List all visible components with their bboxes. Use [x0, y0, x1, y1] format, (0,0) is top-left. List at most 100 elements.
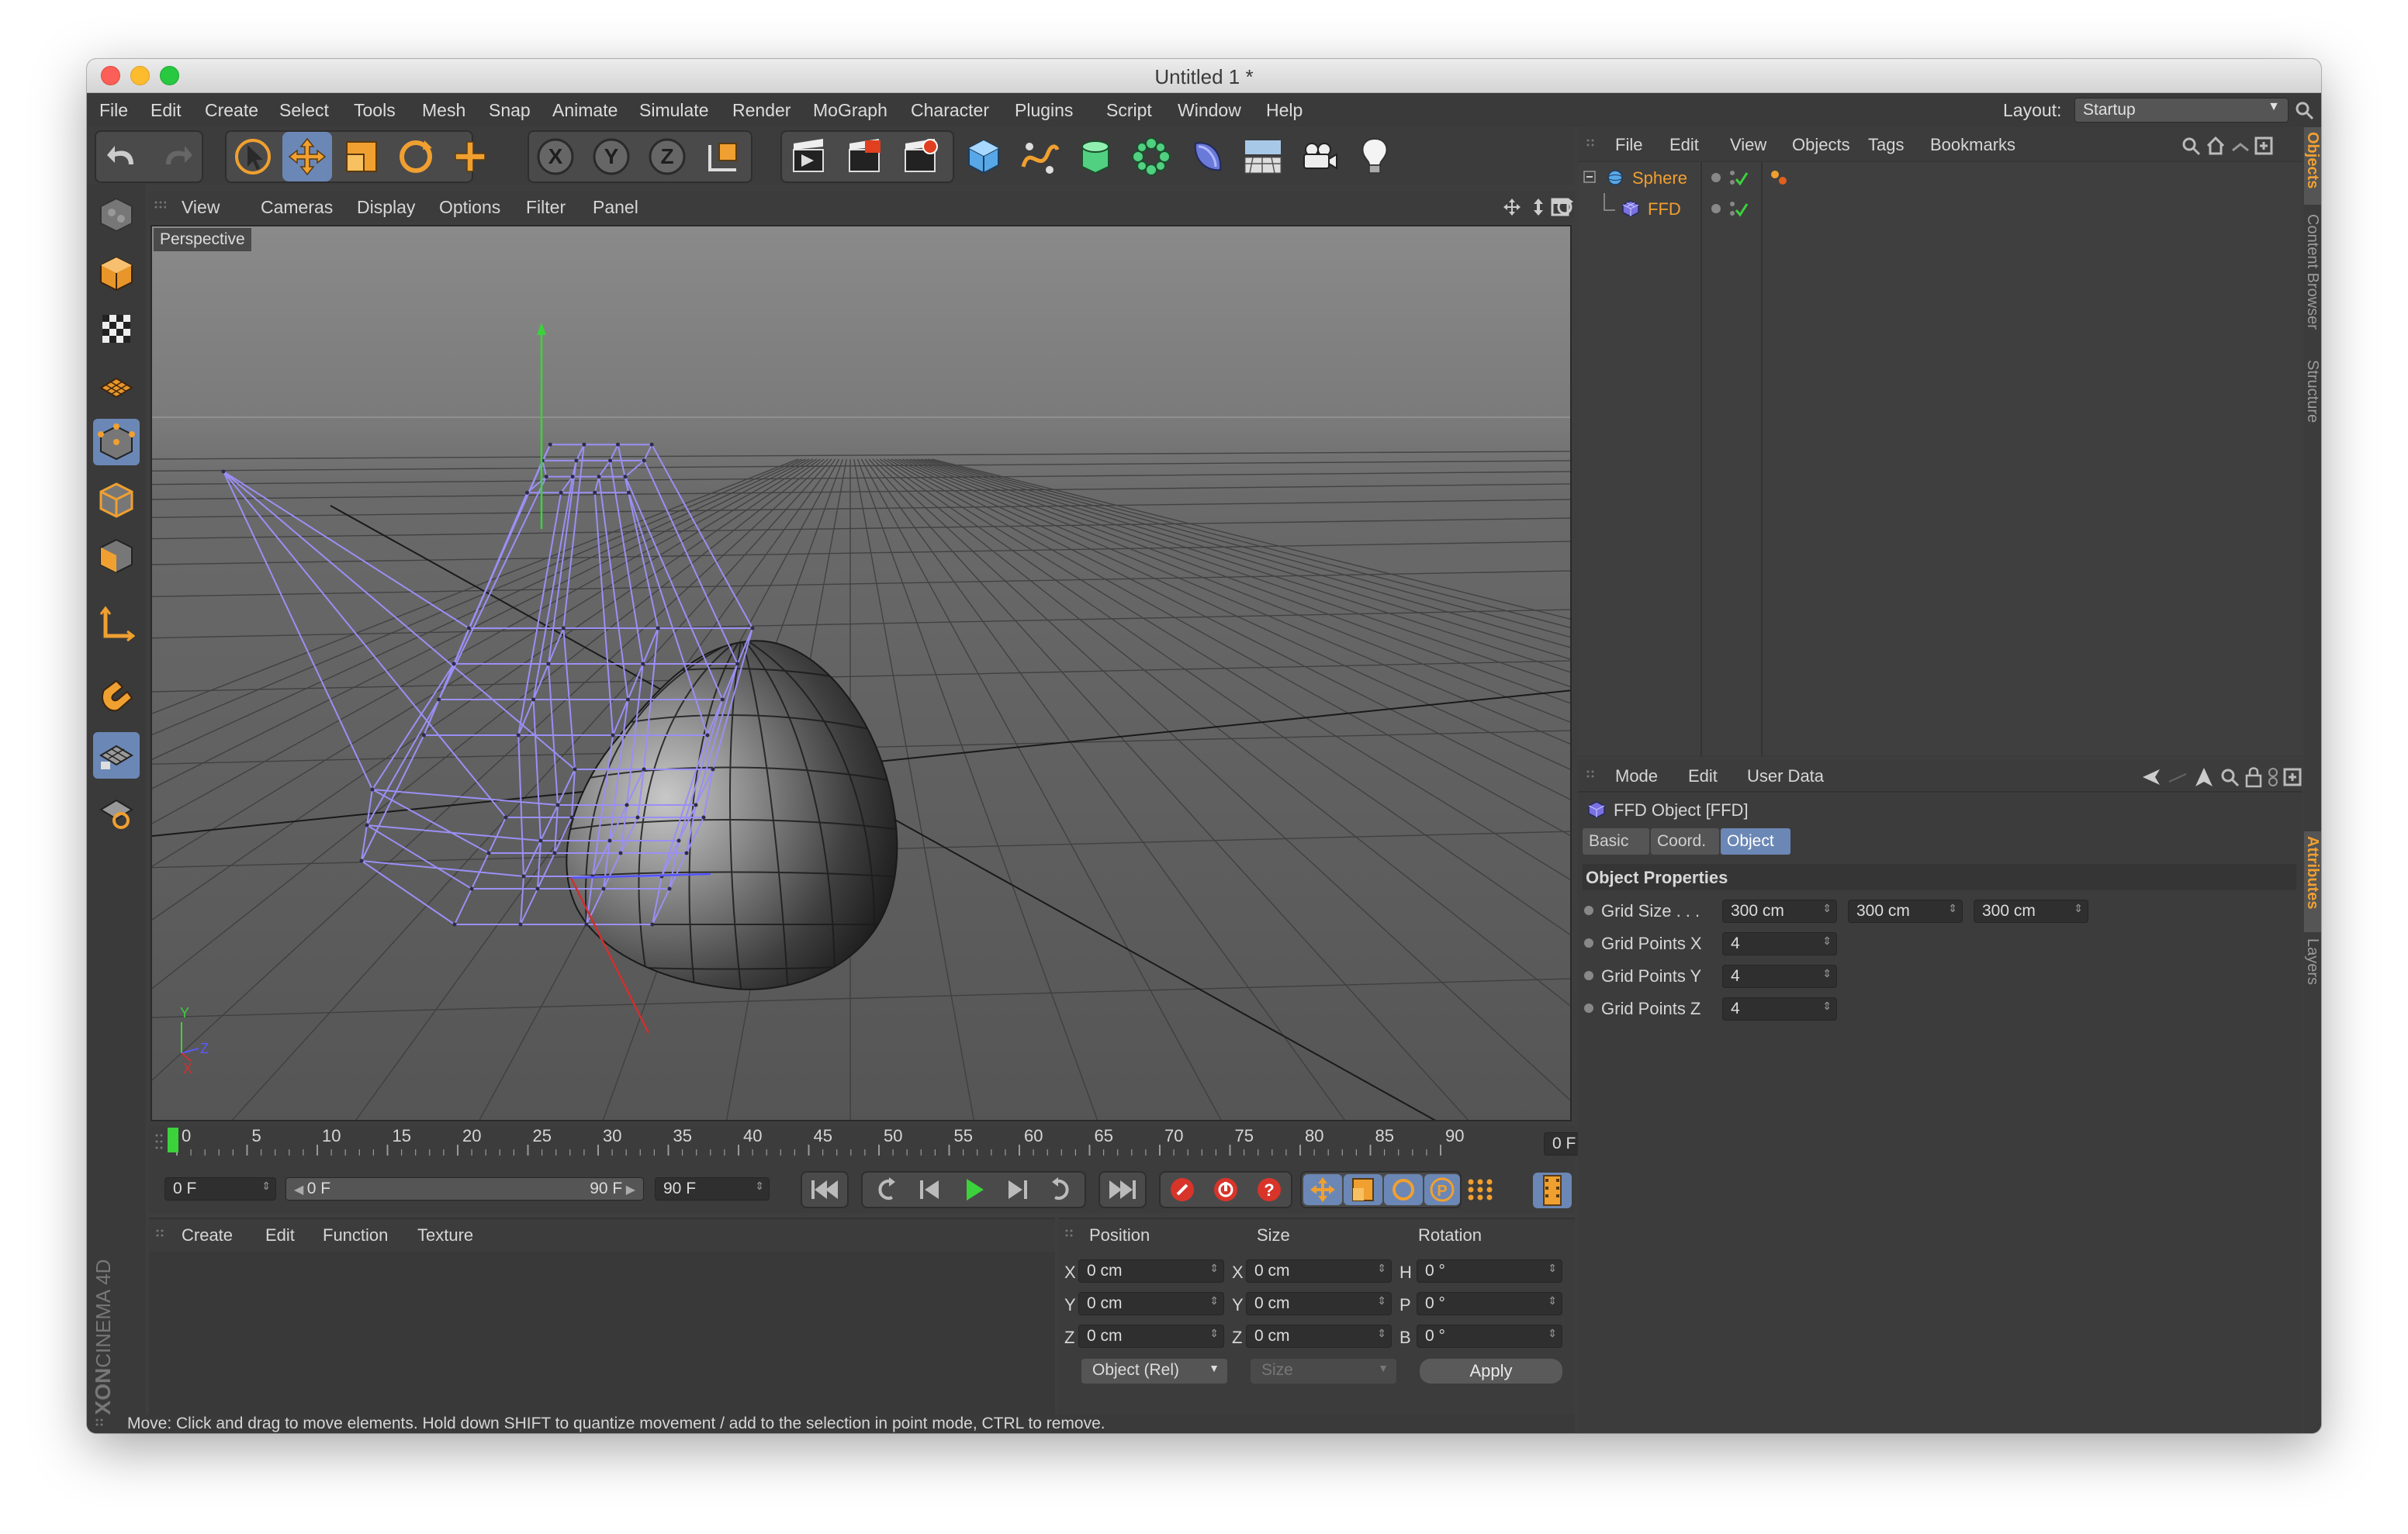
- animate-dot-icon[interactable]: [1583, 1002, 1595, 1014]
- ffd-point[interactable]: [546, 662, 551, 666]
- position-z-field[interactable]: 0 cm ⇕: [1078, 1325, 1224, 1348]
- previous-frame-icon[interactable]: [912, 1176, 948, 1204]
- side-tab-objects[interactable]: Objects: [2303, 132, 2321, 188]
- ffd-point[interactable]: [625, 697, 630, 702]
- ffd-point[interactable]: [359, 859, 364, 863]
- apply-button[interactable]: Apply: [1420, 1359, 1562, 1384]
- enabled-check-icon[interactable]: [1728, 199, 1749, 219]
- side-tab-attributes[interactable]: Attributes: [2303, 836, 2321, 909]
- ffd-point[interactable]: [559, 490, 563, 495]
- render-view-icon[interactable]: [784, 132, 833, 181]
- pan-view-icon[interactable]: [1502, 197, 1522, 217]
- maximize-view-icon[interactable]: [1550, 197, 1570, 217]
- grid-size-x-field[interactable]: 300 cm ⇕: [1722, 900, 1837, 923]
- timeline-ruler[interactable]: 0 5 10 15 20 25 30 35 40 45 50 55 60 65 70 75 80 85 90: [164, 1126, 1544, 1157]
- back-arrow-icon[interactable]: [2140, 766, 2163, 788]
- make-editable-icon[interactable]: [93, 191, 140, 237]
- menu-edit[interactable]: Edit: [150, 100, 182, 121]
- live-add-icon[interactable]: [445, 132, 495, 181]
- ffd-point[interactable]: [452, 662, 456, 666]
- scale-icon[interactable]: [337, 132, 386, 181]
- up-arrow-icon[interactable]: [2230, 136, 2251, 157]
- forward-arrow-icon[interactable]: [2166, 766, 2189, 788]
- material-list[interactable]: [149, 1252, 1055, 1416]
- viewport-menu-view[interactable]: View: [182, 197, 220, 218]
- render-settings-icon[interactable]: [895, 132, 945, 181]
- menu-create[interactable]: Create: [205, 100, 258, 121]
- enabled-check-icon[interactable]: [1728, 168, 1749, 188]
- go-to-end-icon[interactable]: [1105, 1176, 1140, 1204]
- menu-select[interactable]: Select: [279, 100, 329, 121]
- ffd-point[interactable]: [650, 922, 655, 927]
- scale-key-toggle[interactable]: [1344, 1174, 1382, 1205]
- deformer-icon[interactable]: [1182, 132, 1232, 181]
- material-menu-function[interactable]: Function: [323, 1225, 388, 1246]
- menu-character[interactable]: Character: [911, 100, 989, 121]
- array-icon[interactable]: [1126, 132, 1176, 181]
- x-axis-icon[interactable]: X: [531, 132, 580, 181]
- planar-workplane-icon[interactable]: [93, 788, 140, 834]
- object-row-ffd[interactable]: FFD: [1578, 193, 2302, 224]
- section-object-properties[interactable]: Object Properties: [1583, 864, 2296, 890]
- ffd-point[interactable]: [667, 886, 672, 891]
- ffd-point[interactable]: [624, 803, 629, 807]
- points-mode-icon[interactable]: [93, 419, 140, 465]
- play-icon[interactable]: [956, 1176, 991, 1204]
- rotation-p-field[interactable]: 0 ° ⇕: [1417, 1292, 1562, 1315]
- position-x-field[interactable]: 0 cm ⇕: [1078, 1259, 1224, 1283]
- coordinate-mode-dropdown[interactable]: Object (Rel) ▼: [1081, 1359, 1227, 1384]
- ffd-point[interactable]: [452, 922, 457, 927]
- ffd-point[interactable]: [570, 475, 575, 479]
- spline-icon[interactable]: [1015, 132, 1064, 181]
- ffd-point[interactable]: [516, 733, 521, 738]
- material-menu-create[interactable]: Create: [182, 1225, 233, 1246]
- ffd-point[interactable]: [694, 803, 698, 807]
- ffd-point[interactable]: [469, 886, 474, 891]
- ffd-point[interactable]: [676, 838, 681, 843]
- rotation-h-field[interactable]: 0 ° ⇕: [1417, 1259, 1562, 1283]
- animate-dot-icon[interactable]: [1583, 904, 1595, 917]
- ffd-point[interactable]: [569, 815, 574, 820]
- ffd-point[interactable]: [535, 886, 540, 891]
- viewport-menu-panel[interactable]: Panel: [593, 197, 638, 218]
- collapse-icon[interactable]: [1583, 170, 1598, 185]
- material-tag-icon[interactable]: [1767, 167, 1790, 190]
- ffd-point[interactable]: [538, 838, 543, 843]
- ffd-point[interactable]: [584, 922, 589, 927]
- zoom-view-icon[interactable]: [1528, 197, 1548, 217]
- viewport-menu-options[interactable]: Options: [439, 197, 500, 218]
- select-icon[interactable]: [228, 132, 278, 181]
- rotation-key-toggle[interactable]: [1384, 1174, 1423, 1205]
- animate-dot-icon[interactable]: [1583, 969, 1595, 982]
- side-tab-content-browser[interactable]: Content Browser: [2303, 214, 2321, 330]
- ffd-point[interactable]: [618, 851, 623, 855]
- keyframe-selection-icon[interactable]: ?: [1254, 1176, 1285, 1204]
- animate-dot-icon[interactable]: [1583, 937, 1595, 949]
- grid-size-z-field[interactable]: 300 cm ⇕: [1974, 900, 2088, 923]
- ffd-point[interactable]: [573, 767, 577, 772]
- go-to-start-icon[interactable]: [807, 1176, 842, 1204]
- ffd-point[interactable]: [597, 475, 601, 479]
- ffd-point[interactable]: [548, 442, 552, 447]
- point-level-animation-icon[interactable]: [1465, 1176, 1499, 1204]
- side-tab-structure[interactable]: Structure: [2303, 360, 2321, 423]
- rotation-b-field[interactable]: 0 ° ⇕: [1417, 1325, 1562, 1348]
- light-icon[interactable]: [1350, 132, 1399, 181]
- ffd-point[interactable]: [531, 697, 536, 702]
- ffd-point[interactable]: [365, 823, 369, 827]
- om-menu-edit[interactable]: Edit: [1669, 135, 1699, 155]
- menu-tools[interactable]: Tools: [354, 100, 396, 121]
- perspective-viewport[interactable]: Y Z X Perspective: [150, 225, 1572, 1121]
- tab-coord[interactable]: Coord.: [1651, 828, 1719, 855]
- ffd-point[interactable]: [642, 458, 646, 463]
- position-y-field[interactable]: 0 cm ⇕: [1078, 1292, 1224, 1315]
- new-window-icon[interactable]: [2253, 135, 2275, 157]
- am-menu-edit[interactable]: Edit: [1688, 766, 1718, 786]
- rotate-icon[interactable]: [391, 132, 441, 181]
- menu-window[interactable]: Window: [1178, 100, 1241, 121]
- size-z-field[interactable]: 0 cm ⇕: [1246, 1325, 1392, 1348]
- search-icon[interactable]: [2295, 101, 2315, 121]
- new-window-icon[interactable]: [2282, 766, 2302, 788]
- next-key-icon[interactable]: [1043, 1176, 1078, 1204]
- undo-icon[interactable]: [98, 132, 147, 181]
